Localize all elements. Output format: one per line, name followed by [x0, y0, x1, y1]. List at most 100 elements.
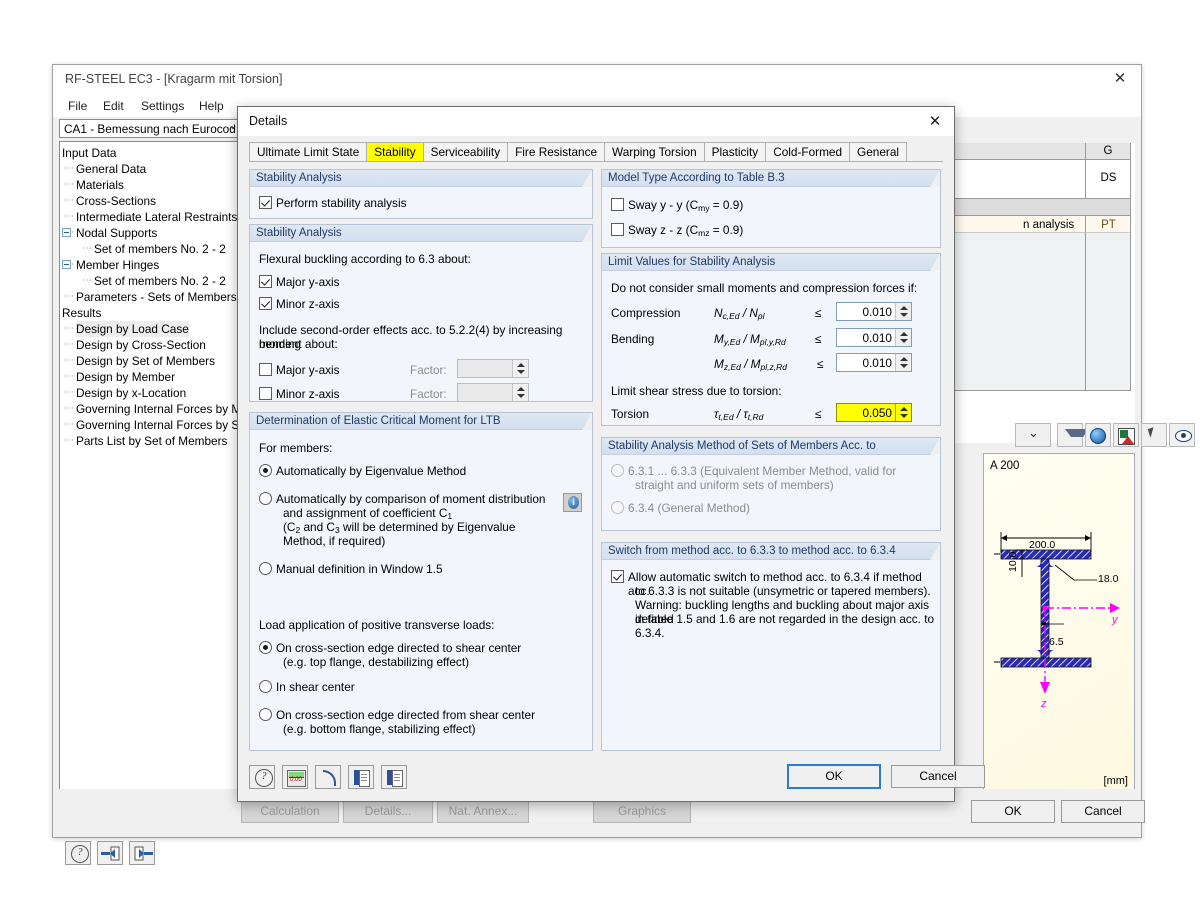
group-switch-method: Switch from method acc. to 6.3.3 to meth… [601, 542, 941, 751]
dialog-export-button[interactable] [381, 765, 407, 789]
spinner-bending-y[interactable] [895, 329, 911, 346]
table-export-excel-button[interactable] [1113, 423, 1139, 447]
input-factor-minor[interactable] [457, 383, 529, 402]
checkbox-flexural-minor-z[interactable] [259, 297, 272, 310]
label-comparison-line4: Method, if required) [283, 534, 386, 548]
table-filter-button[interactable] [1057, 423, 1089, 447]
menu-item-settings[interactable]: Settings [136, 98, 189, 114]
nat-annex-button[interactable]: Nat. Annex... [437, 800, 529, 823]
cross-section-graphic[interactable]: A 200 200.0 10.0 18.0 6.5 y z [mm] [983, 453, 1135, 795]
input-factor-major[interactable] [457, 359, 529, 378]
dialog-close-icon[interactable]: ✕ [924, 112, 946, 131]
input-compression-limit[interactable]: 0.010 [836, 302, 912, 321]
c3-post: will be determined by Eigenvalue [339, 520, 516, 534]
radio-load-top-flange[interactable] [259, 641, 272, 654]
tab-cold-formed[interactable]: Cold-Formed [765, 142, 851, 161]
dialog-cancel-button[interactable]: Cancel [891, 765, 985, 788]
spinner-minor[interactable] [512, 384, 528, 401]
dialog-restore-button[interactable] [315, 765, 341, 789]
label-manual-definition: Manual definition in Window 1.5 [276, 562, 443, 576]
navigator-prev-button[interactable] [97, 841, 123, 865]
tab-stability[interactable]: Stability [366, 142, 424, 161]
f1-mid: / M [740, 332, 760, 346]
tab-ultimate-limit-state[interactable]: Ultimate Limit State [249, 142, 368, 161]
input-bending-y-limit[interactable]: 0.010 [836, 328, 912, 347]
spinner-bending-z[interactable] [895, 354, 911, 371]
table-dropdown-button[interactable]: ⌄ [1015, 423, 1051, 447]
radio-load-shear-center[interactable] [259, 680, 272, 693]
tree-item-label: Input Data [62, 146, 117, 160]
group-limit-values-title: Limit Values for Stability Analysis [602, 254, 940, 271]
tab-warping-torsion[interactable]: Warping Torsion [604, 142, 705, 161]
radio-eigenvalue-method[interactable] [259, 464, 272, 477]
f2-sub2: pl,z,Rd [760, 362, 787, 372]
table-view-button[interactable] [1085, 423, 1111, 447]
main-window-close-icon[interactable]: ✕ [1109, 70, 1131, 88]
tab-fire-resistance[interactable]: Fire Resistance [507, 142, 606, 161]
tab-label: Plasticity [711, 145, 759, 159]
input-bending-z-limit[interactable]: 0.010 [836, 353, 912, 372]
label-so-minor-z: Minor z-axis [276, 387, 340, 401]
dialog-ok-button[interactable]: OK [787, 764, 881, 789]
menu-item-edit[interactable]: Edit [98, 98, 129, 114]
tree-expander-minus-icon[interactable] [62, 260, 71, 269]
checkbox-flexural-major-y[interactable] [259, 275, 272, 288]
main-ok-button[interactable]: OK [971, 800, 1055, 823]
navigator-help-button[interactable]: ? [65, 841, 91, 865]
group-ltb-title: Determination of Elastic Critical Moment… [250, 413, 592, 430]
dialog-help-button[interactable]: ? [249, 765, 275, 789]
menu-item-file[interactable]: File [63, 98, 92, 114]
label-switch-line2: to 6.3.3 is not suitable (unsymetric or … [635, 584, 931, 598]
checkbox-perform-stability[interactable] [259, 196, 272, 209]
graphics-button[interactable]: Graphics [593, 800, 691, 823]
radio-method-631-633[interactable] [611, 464, 624, 477]
info-button[interactable]: i [563, 493, 582, 512]
label-load-top-line1: On cross-section edge directed to shear … [276, 641, 522, 655]
table-visibility-button[interactable] [1169, 423, 1195, 447]
checkbox-sway-z[interactable] [611, 223, 624, 236]
checkbox-so-minor-z[interactable] [259, 387, 272, 400]
label-switch-line5: 6.3.4. [635, 626, 665, 640]
radio-manual-definition[interactable] [259, 562, 272, 575]
undo-arrow-icon [323, 770, 336, 786]
spinner-torsion[interactable] [895, 404, 911, 421]
tree-item-label: General Data [76, 162, 147, 176]
checkbox-sway-y[interactable] [611, 198, 624, 211]
radio-comparison-method[interactable] [259, 492, 272, 505]
dialog-titlebar: Details ✕ [238, 107, 954, 136]
spinner-major[interactable] [512, 360, 528, 377]
label-eigenvalue-method: Automatically by Eigenvalue Method [276, 464, 467, 478]
details-button[interactable]: Details... [343, 800, 433, 823]
label-load-application: Load application of positive transverse … [259, 618, 495, 632]
tree-item-label: Design by x-Location [76, 386, 187, 400]
checkbox-so-major-y[interactable] [259, 363, 272, 376]
dialog-import-button[interactable] [348, 765, 374, 789]
radio-load-bottom-flange[interactable] [259, 708, 272, 721]
spinner-compression[interactable] [895, 303, 911, 320]
f1-pre: M [714, 332, 724, 346]
tab-plasticity[interactable]: Plasticity [703, 142, 767, 161]
label-method-634: 6.3.4 (General Method) [628, 501, 750, 515]
calculation-button[interactable]: Calculation [241, 800, 339, 823]
dialog-default-values-button[interactable]: 0,00 [282, 765, 308, 789]
group-ltb: Determination of Elastic Critical Moment… [249, 412, 593, 751]
navigator-tree[interactable]: Input Data ⋯ General Data ⋯ Materials ⋯ Cross-… [59, 141, 245, 813]
tab-general[interactable]: General [849, 142, 908, 161]
input-torsion-limit[interactable]: 0.050 [836, 403, 912, 422]
import-document-icon [354, 770, 370, 787]
checkbox-allow-auto-switch[interactable] [611, 570, 624, 583]
label-so-major-y: Major y-axis [276, 363, 340, 377]
main-cancel-button[interactable]: Cancel [1061, 800, 1145, 823]
label-load-shear-center: In shear center [276, 680, 355, 694]
tab-serviceability[interactable]: Serviceability [422, 142, 509, 161]
f1-sub2: pl,y,Rd [759, 337, 786, 347]
group-stability-main-title: Stability Analysis [250, 225, 592, 242]
tree-connector-icon: ⋯ [64, 403, 74, 414]
f2-pre: M [714, 357, 724, 371]
table-select-button[interactable] [1141, 423, 1167, 447]
design-case-selector[interactable]: CA1 - Bemessung nach Eurocod ⌄ [59, 119, 245, 138]
menu-item-help[interactable]: Help [194, 98, 229, 114]
navigator-next-button[interactable] [129, 841, 155, 865]
radio-method-634[interactable] [611, 501, 624, 514]
tree-expander-minus-icon[interactable] [62, 228, 71, 237]
